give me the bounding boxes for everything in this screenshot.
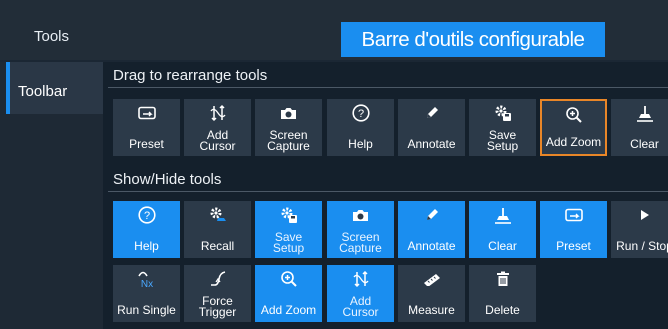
tool-tile-help[interactable]: ? Help bbox=[113, 201, 180, 258]
tool-tile-label: Annotate bbox=[407, 239, 456, 253]
run-single-icon: Nx bbox=[113, 270, 180, 288]
tool-tile-label: Recall bbox=[200, 239, 235, 253]
drag-section-heading: Drag to rearrange tools bbox=[113, 67, 268, 84]
section-divider bbox=[108, 87, 668, 88]
preset-icon bbox=[540, 206, 607, 224]
page-title: Tools bbox=[34, 28, 70, 45]
tool-tile-preset[interactable]: Preset bbox=[113, 99, 180, 156]
tool-tile-delete[interactable]: Delete bbox=[469, 265, 536, 322]
clear-icon bbox=[611, 104, 668, 122]
recall-icon bbox=[184, 206, 251, 224]
ruler-icon bbox=[398, 270, 465, 288]
zoom-icon bbox=[255, 270, 322, 288]
tool-tile-force-trigger[interactable]: Force Trigger bbox=[184, 265, 251, 322]
camera-icon bbox=[255, 104, 322, 122]
tool-tile-label: Add Zoom bbox=[260, 303, 317, 317]
tool-tile-save-setup[interactable]: Save Setup bbox=[255, 201, 322, 258]
pencil-icon bbox=[398, 104, 465, 122]
play-icon bbox=[611, 206, 668, 224]
tool-tile-label: Add Zoom bbox=[545, 135, 602, 149]
tool-tile-label: Preset bbox=[556, 239, 591, 253]
cursor-icon bbox=[184, 104, 251, 122]
tool-tile-label: Add Cursor bbox=[184, 129, 251, 153]
svg-text:?: ? bbox=[143, 210, 149, 222]
tool-tile-label: Delete bbox=[485, 303, 520, 317]
trash-icon bbox=[469, 270, 536, 288]
tool-tile-clear[interactable]: Clear bbox=[611, 99, 668, 156]
tool-tile-preset[interactable]: Preset bbox=[540, 201, 607, 258]
tool-tile-recall[interactable]: Recall bbox=[184, 201, 251, 258]
pencil-icon bbox=[398, 206, 465, 224]
tool-tile-label: Run Single bbox=[117, 303, 176, 317]
tool-tile-label: Screen Capture bbox=[255, 129, 322, 153]
tool-tile-label: Clear bbox=[488, 239, 517, 253]
tool-tile-save-setup[interactable]: Save Setup bbox=[469, 99, 536, 156]
tool-tile-label-line: Cursor bbox=[199, 138, 236, 153]
tool-tile-label-line: Capture bbox=[339, 240, 382, 255]
tool-tile-label-line: Trigger bbox=[198, 304, 237, 319]
tool-tile-label: Screen Capture bbox=[327, 231, 394, 255]
tool-tile-clear[interactable]: Clear bbox=[469, 201, 536, 258]
camera-icon bbox=[327, 206, 394, 224]
help-icon: ? bbox=[327, 104, 394, 122]
tool-tile-run-stop[interactable]: Run / Stop bbox=[611, 201, 668, 258]
tool-tile-label-line: Setup bbox=[486, 138, 519, 153]
tool-tile-label: Measure bbox=[408, 303, 455, 317]
save-setup-icon bbox=[255, 206, 322, 224]
tool-tile-label: Add Cursor bbox=[327, 295, 394, 319]
tool-tile-annotate[interactable]: Annotate bbox=[398, 201, 465, 258]
tool-tile-label: Clear bbox=[630, 137, 659, 151]
tool-tile-label: Run / Stop bbox=[616, 239, 668, 253]
callout-label: Barre d'outils configurable bbox=[341, 22, 605, 57]
tool-tile-run-single[interactable]: Nx Run Single bbox=[113, 265, 180, 322]
tool-tile-add-zoom[interactable]: Add Zoom bbox=[255, 265, 322, 322]
svg-text:?: ? bbox=[357, 108, 363, 120]
tool-tile-measure[interactable]: Measure bbox=[398, 265, 465, 322]
tool-tile-help[interactable]: ? Help bbox=[327, 99, 394, 156]
show-hide-section-heading: Show/Hide tools bbox=[113, 171, 222, 188]
svg-text:Nx: Nx bbox=[140, 279, 152, 288]
help-icon: ? bbox=[113, 206, 180, 224]
tool-tile-label: Preset bbox=[129, 137, 164, 151]
tool-tile-label-line: Setup bbox=[272, 240, 305, 255]
tool-tile-label: Annotate bbox=[407, 137, 456, 151]
clear-icon bbox=[469, 206, 536, 224]
save-setup-icon bbox=[469, 104, 536, 122]
cursor-icon bbox=[327, 270, 394, 288]
tool-tile-label: Force Trigger bbox=[184, 295, 251, 319]
tool-tile-screen-capture[interactable]: Screen Capture bbox=[255, 99, 322, 156]
tool-tile-label: Save Setup bbox=[255, 231, 322, 255]
trigger-icon bbox=[184, 270, 251, 288]
tool-tile-screen-capture[interactable]: Screen Capture bbox=[327, 201, 394, 258]
tool-tile-add-zoom[interactable]: Add Zoom bbox=[540, 99, 607, 156]
tool-tile-label: Help bbox=[348, 137, 373, 151]
sidebar-item-label: Toolbar bbox=[18, 83, 68, 100]
tool-tile-label: Save Setup bbox=[469, 129, 536, 153]
tool-tile-label: Help bbox=[134, 239, 159, 253]
tool-tile-label-line: Cursor bbox=[342, 304, 379, 319]
zoom-icon bbox=[542, 106, 605, 124]
tool-tile-add-cursor[interactable]: Add Cursor bbox=[184, 99, 251, 156]
section-divider bbox=[108, 191, 668, 192]
preset-icon bbox=[113, 104, 180, 122]
tool-tile-add-cursor[interactable]: Add Cursor bbox=[327, 265, 394, 322]
tool-tile-label-line: Capture bbox=[267, 138, 310, 153]
tool-tile-annotate[interactable]: Annotate bbox=[398, 99, 465, 156]
active-tab-indicator bbox=[6, 62, 10, 114]
